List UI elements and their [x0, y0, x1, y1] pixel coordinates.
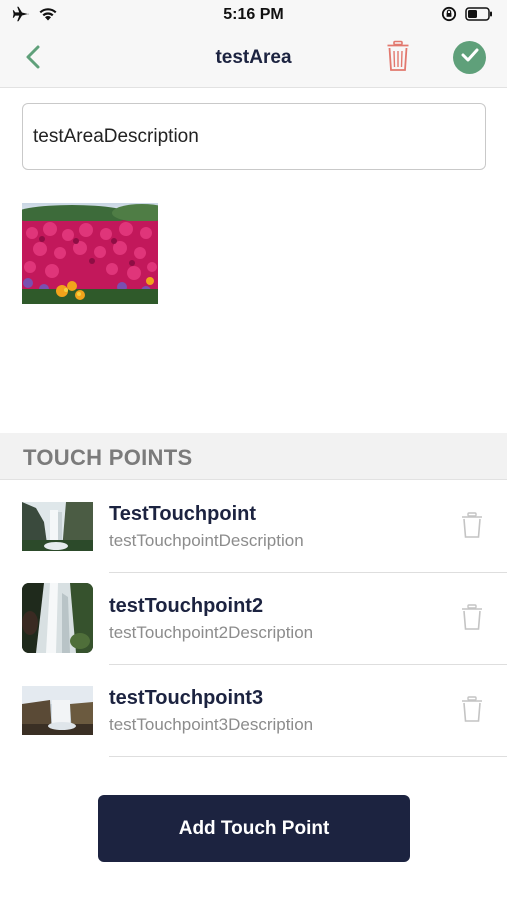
touch-point-description: testTouchpoint2Description: [109, 623, 314, 642]
row-divider: [109, 756, 507, 757]
page-title: testArea: [215, 47, 292, 68]
back-button[interactable]: [18, 44, 48, 74]
touch-point-row[interactable]: TestTouchpoint testTouchpointDescription: [0, 481, 507, 573]
touch-point-name: testTouchpoint2: [109, 595, 264, 617]
delete-area-button[interactable]: [383, 40, 413, 76]
trash-icon: [461, 603, 483, 635]
status-right: [441, 6, 493, 27]
checkmark-icon: [461, 48, 479, 67]
add-touch-point-button[interactable]: Add Touch Point: [98, 795, 410, 862]
touch-points-section-header: TOUCH POINTS: [0, 433, 507, 480]
touch-point-row[interactable]: testTouchpoint2 testTouchpoint2Descripti…: [0, 573, 507, 665]
trash-icon: [461, 695, 483, 727]
touch-point-name: testTouchpoint3: [109, 687, 264, 709]
area-photo[interactable]: [22, 203, 158, 304]
touch-point-thumbnail: [22, 686, 93, 735]
delete-touch-point-button[interactable]: [459, 511, 485, 543]
trash-icon: [386, 40, 410, 77]
status-bar: 5:16 PM: [0, 0, 507, 32]
touch-point-thumbnail: [22, 583, 93, 653]
touch-point-row[interactable]: testTouchpoint3 testTouchpoint3Descripti…: [0, 665, 507, 757]
chevron-left-icon: [24, 44, 42, 75]
delete-touch-point-button[interactable]: [459, 603, 485, 635]
area-description-input[interactable]: [22, 103, 486, 170]
status-time: 5:16 PM: [223, 6, 284, 23]
battery-icon: [465, 7, 493, 26]
nav-bar: testArea: [0, 32, 507, 88]
confirm-button[interactable]: [453, 41, 486, 74]
touch-point-description: testTouchpointDescription: [109, 531, 304, 550]
orientation-lock-icon: [441, 6, 457, 27]
touch-point-description: testTouchpoint3Description: [109, 715, 314, 734]
touch-point-name: TestTouchpoint: [109, 503, 257, 525]
trash-icon: [461, 511, 483, 543]
section-title: TOUCH POINTS: [23, 445, 193, 470]
delete-touch-point-button[interactable]: [459, 695, 485, 727]
touch-point-thumbnail: [22, 502, 93, 551]
